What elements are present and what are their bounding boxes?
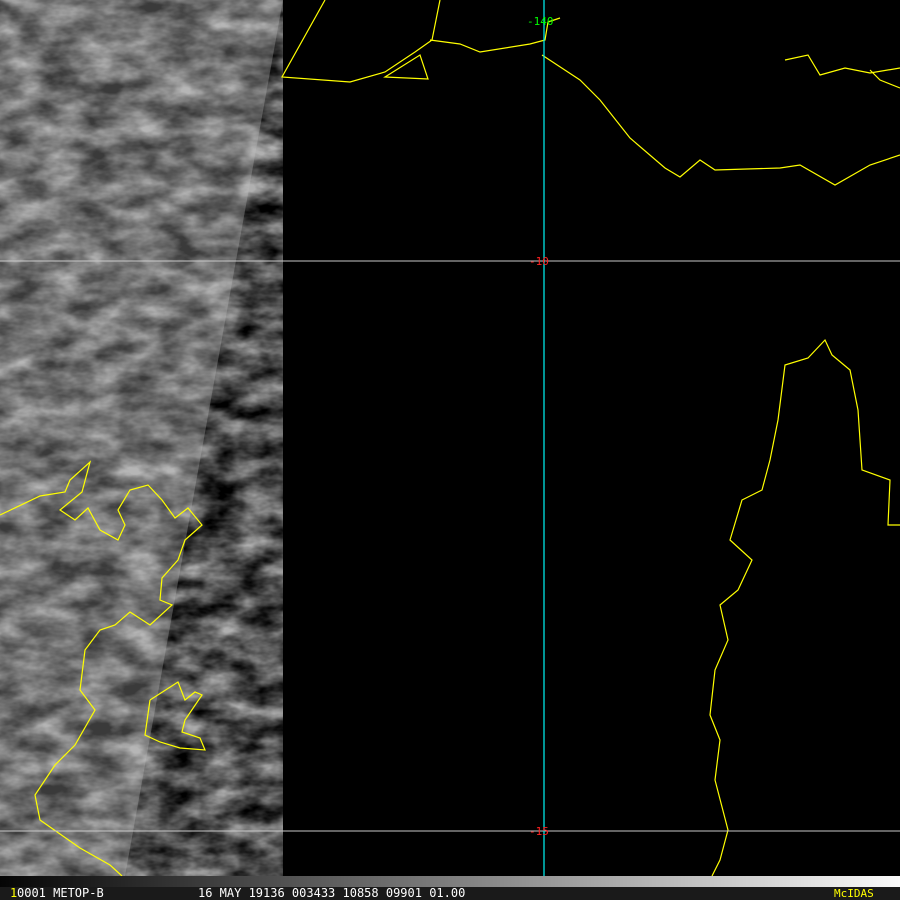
satellite-image-viewer: -140 -10 -15 1 0001 METOP-B 16 MAY 19136… xyxy=(0,0,900,900)
cloud-swath xyxy=(0,0,283,876)
latitude-label-bottom: -15 xyxy=(529,825,549,838)
satellite-info: 0001 METOP-B xyxy=(17,886,104,900)
mcidas-brand: McIDAS xyxy=(834,887,874,900)
satellite-image[interactable] xyxy=(0,0,900,876)
image-datetime-info: 16 MAY 19136 003433 10858 09901 01.00 xyxy=(198,886,466,900)
latitude-label-mid: -10 xyxy=(529,255,549,268)
status-bar: 1 0001 METOP-B 16 MAY 19136 003433 10858… xyxy=(0,887,900,900)
longitude-label: -140 xyxy=(527,15,554,28)
